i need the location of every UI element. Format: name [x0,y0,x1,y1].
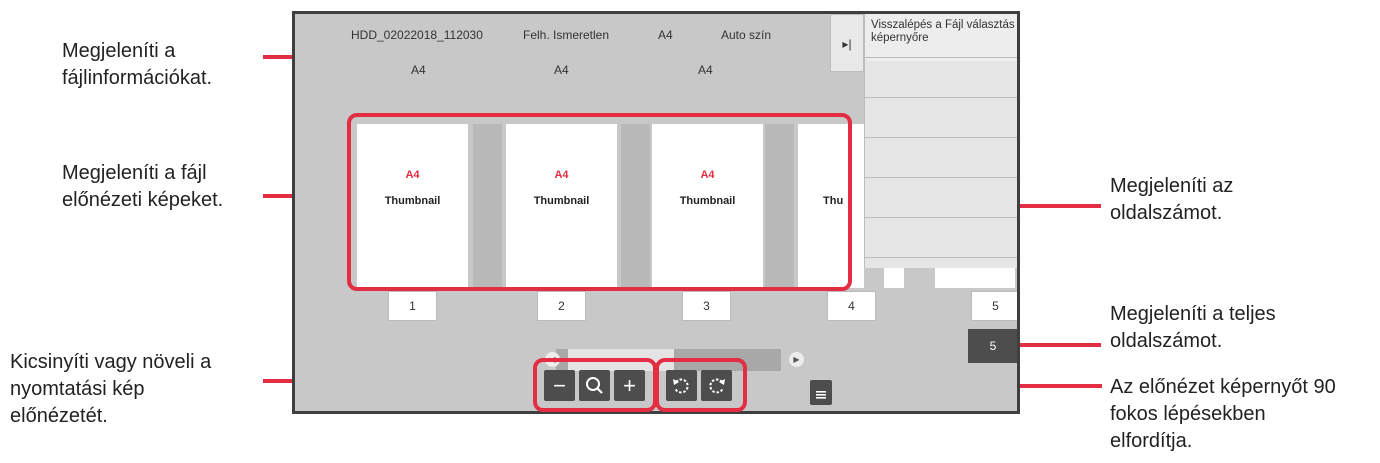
file-color-mode: Auto szín [721,28,772,42]
menu-button[interactable] [810,380,832,405]
panel-divider [865,97,1017,98]
callout-preview-images: Megjeleníti a fájl előnézeti képeket. [62,162,224,211]
page-size-label: A4 [554,63,569,77]
total-pages-value: 5 [989,339,997,353]
collapse-panel-button[interactable]: ▸| [830,14,864,72]
collapse-arrow-icon: ▸| [842,37,852,51]
page-number-box: 2 [537,291,586,321]
back-to-file-select-button[interactable]: Visszalépés a Fájl választás képernyőre [865,14,1017,61]
highlight-zoom-controls [533,358,657,412]
page-size-label: A4 [698,63,713,77]
panel-divider [865,257,1017,258]
page-number-box: 1 [388,291,437,321]
callout-rotate: Az előnézet képernyőt 90 fokos lépésekbe… [1110,376,1336,452]
callout-total-pages: Megjeleníti a teljes oldalszámot. [1110,303,1276,352]
page-number-box: 4 [827,291,876,321]
page-number-box: 3 [682,291,731,321]
side-panel: Visszalépés a Fájl választás képernyőre [864,14,1017,268]
file-name: HDD_02022018_112030 [351,28,483,42]
file-user: Felh. Ismeretlen [523,28,610,42]
thumbnail-edge [935,268,1015,288]
page-number-box: 5 [971,291,1017,321]
callout-page-number: Megjeleníti az oldalszámot. [1110,175,1234,224]
menu-icon [816,391,826,399]
scroll-right-icon[interactable]: ▶ [789,352,804,367]
highlight-rotate-controls [655,358,747,412]
thumbnail-edge [884,268,904,288]
panel-divider [865,57,1017,58]
total-pages-box: 5 [968,329,1017,363]
back-to-file-select-label: Visszalépés a Fájl választás képernyőre [871,19,1015,44]
callout-zoom: Kicsinyíti vagy növeli a nyomtatási kép … [10,351,212,427]
callout-file-info: Megjeleníti a fájlinformációkat. [62,40,213,89]
panel-divider [865,217,1017,218]
file-paper: A4 [658,28,673,42]
panel-divider [865,137,1017,138]
highlight-thumbnails [347,113,852,291]
leader-total-pages [1016,343,1101,347]
page-size-label: A4 [411,63,426,77]
panel-divider [865,177,1017,178]
